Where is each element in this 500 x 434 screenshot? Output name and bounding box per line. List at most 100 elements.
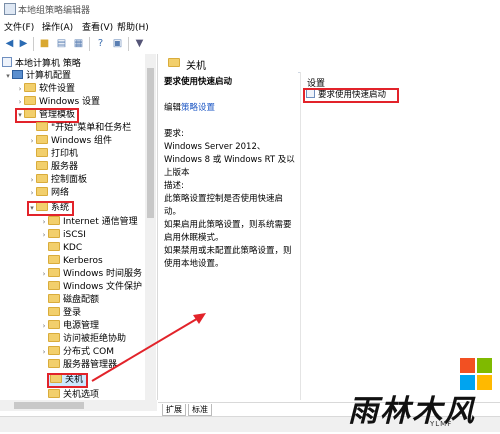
tree-item-start-menu[interactable]: "开始"菜单和任务栏 — [28, 122, 131, 135]
tree-item-shutdown[interactable]: 关机 — [46, 373, 89, 388]
folder-icon — [24, 109, 36, 118]
folder-icon — [48, 320, 60, 329]
tree-item-time-service[interactable]: › Windows 时间服务 — [40, 268, 142, 281]
tab-extended[interactable]: 扩展 — [162, 404, 186, 416]
up-folder-icon[interactable]: ■ — [38, 37, 51, 50]
chevron-right-icon[interactable]: › — [40, 229, 48, 242]
folder-icon — [36, 187, 48, 196]
forward-arrow-icon[interactable]: ▶ — [17, 37, 30, 50]
chevron-right-icon[interactable]: › — [28, 187, 36, 200]
folder-icon — [48, 216, 60, 225]
tree-item-printers[interactable]: 打印机 — [28, 148, 78, 161]
tree-item-control-panel[interactable]: › 控制面板 — [28, 174, 87, 187]
chevron-right-icon[interactable]: › — [40, 216, 48, 229]
toolbar-divider — [128, 37, 129, 51]
tree-item-shutdown-options[interactable]: 关机选项 — [40, 389, 99, 400]
tab-standard[interactable]: 标准 — [188, 404, 212, 416]
tree-item-internet-comm[interactable]: › Internet 通信管理 — [40, 216, 138, 229]
chevron-right-icon[interactable]: › — [40, 346, 48, 359]
watermark-subtext: YLMF — [430, 420, 453, 428]
tree-item-windows-settings[interactable]: › Windows 设置 — [16, 96, 100, 109]
watermark-text: 雨林木风 — [348, 394, 476, 429]
toolbar-divider — [89, 37, 90, 51]
folder-icon — [48, 346, 60, 355]
tree-item-iscsi[interactable]: › iSCSI — [40, 229, 86, 242]
folder-icon — [36, 148, 48, 157]
tree-item-root[interactable]: 本地计算机 策略 — [2, 57, 81, 70]
setting-row-require-fast-startup[interactable]: 要求使用快速启动 — [302, 88, 400, 103]
policy-title: 要求使用快速启动 — [164, 77, 233, 87]
tree-item-computer-config[interactable]: ▾ 计算机配置 — [4, 70, 71, 83]
properties-icon[interactable]: ▣ — [111, 37, 124, 50]
annotation-arrow-icon — [91, 313, 206, 382]
tree-item-admin-templates[interactable]: ▾ 管理模板 — [14, 108, 80, 123]
chevron-down-icon[interactable]: ▾ — [16, 109, 24, 122]
show-hide-tree-icon[interactable]: ▤ — [55, 37, 68, 50]
tree-item-network[interactable]: › 网络 — [28, 187, 69, 200]
folder-icon — [168, 58, 180, 67]
tree-item-logon[interactable]: 登录 — [40, 307, 81, 320]
policy-icon — [2, 57, 12, 67]
folder-icon — [36, 122, 48, 131]
folder-icon — [48, 359, 60, 368]
folder-icon — [48, 307, 60, 316]
folder-icon — [48, 242, 60, 251]
menu-action[interactable]: 操作(A) — [42, 20, 73, 33]
chevron-right-icon[interactable]: › — [16, 83, 24, 96]
folder-icon — [48, 333, 60, 342]
chevron-down-icon[interactable]: ▾ — [4, 70, 12, 83]
tree-item-system[interactable]: ▾ 系统 — [26, 201, 75, 216]
pane-header: 关机 — [158, 54, 500, 73]
chevron-right-icon[interactable]: › — [28, 174, 36, 187]
folder-icon — [48, 229, 60, 238]
folder-icon — [24, 96, 36, 105]
filter-icon[interactable]: ▼ — [133, 37, 146, 50]
edit-policy-link[interactable]: 策略设置 — [181, 103, 215, 113]
chevron-right-icon[interactable]: › — [40, 320, 48, 333]
scroll-thumb[interactable] — [147, 68, 154, 218]
requirements-text: Windows Server 2012、Windows 8 或 Windows … — [164, 142, 295, 178]
watermark: 雨林木风 YLMF — [330, 352, 500, 431]
toolbar-divider — [33, 37, 34, 51]
export-list-icon[interactable]: ▦ — [72, 37, 85, 50]
tree-item-windows-components[interactable]: › Windows 组件 — [28, 135, 112, 148]
tree-item-servers[interactable]: 服务器 — [28, 161, 78, 174]
menu-view[interactable]: 查看(V) — [82, 20, 113, 33]
scroll-thumb[interactable] — [14, 402, 84, 409]
edit-policy-line: 编辑策略设置 — [164, 103, 216, 113]
folder-icon — [36, 135, 48, 144]
folder-icon — [36, 161, 48, 170]
help-icon[interactable]: ? — [94, 37, 107, 50]
folder-icon — [48, 255, 60, 264]
enabled-text: 如果启用此策略设置，则系统需要启用休眠模式。 — [164, 220, 292, 243]
back-arrow-icon[interactable]: ◀ — [3, 37, 16, 50]
title-bar: 本地组策略编辑器 — [0, 0, 500, 19]
folder-icon — [36, 174, 48, 183]
chevron-right-icon[interactable]: › — [40, 268, 48, 281]
chevron-right-icon[interactable]: › — [28, 135, 36, 148]
folder-icon — [50, 374, 62, 383]
tree-item-kerberos[interactable]: Kerberos — [40, 255, 103, 268]
description-text: 此策略设置控制是否使用快速启动。 — [164, 194, 284, 217]
description-label: 描述: — [164, 181, 184, 191]
menu-bar: 文件(F) 操作(A) 查看(V) 帮助(H) — [0, 18, 500, 34]
toolbar: ◀ ▶ ■ ▤ ▦ ? ▣ ▼ — [0, 34, 500, 55]
folder-icon — [48, 281, 60, 290]
folder-icon — [24, 83, 36, 92]
column-header-setting[interactable]: 设置 — [307, 76, 325, 89]
chevron-right-icon[interactable]: › — [16, 96, 24, 109]
pane-title: 关机 — [186, 61, 206, 72]
chevron-down-icon[interactable]: ▾ — [28, 202, 36, 215]
requirements-label: 要求: — [164, 129, 184, 139]
tree-item-kdc[interactable]: KDC — [40, 242, 82, 255]
tree-item-file-protection[interactable]: Windows 文件保护 — [40, 281, 142, 294]
menu-file[interactable]: 文件(F) — [4, 20, 34, 33]
folder-icon — [36, 202, 48, 211]
folder-icon — [48, 268, 60, 277]
setting-icon — [306, 89, 315, 98]
window-title: 本地组策略编辑器 — [18, 6, 91, 16]
tree-item-software-settings[interactable]: › 软件设置 — [16, 83, 75, 96]
menu-help[interactable]: 帮助(H) — [117, 20, 149, 33]
tree-horizontal-scrollbar[interactable] — [0, 400, 157, 411]
disabled-text: 如果禁用或未配置此策略设置，则使用本地设置。 — [164, 246, 292, 269]
